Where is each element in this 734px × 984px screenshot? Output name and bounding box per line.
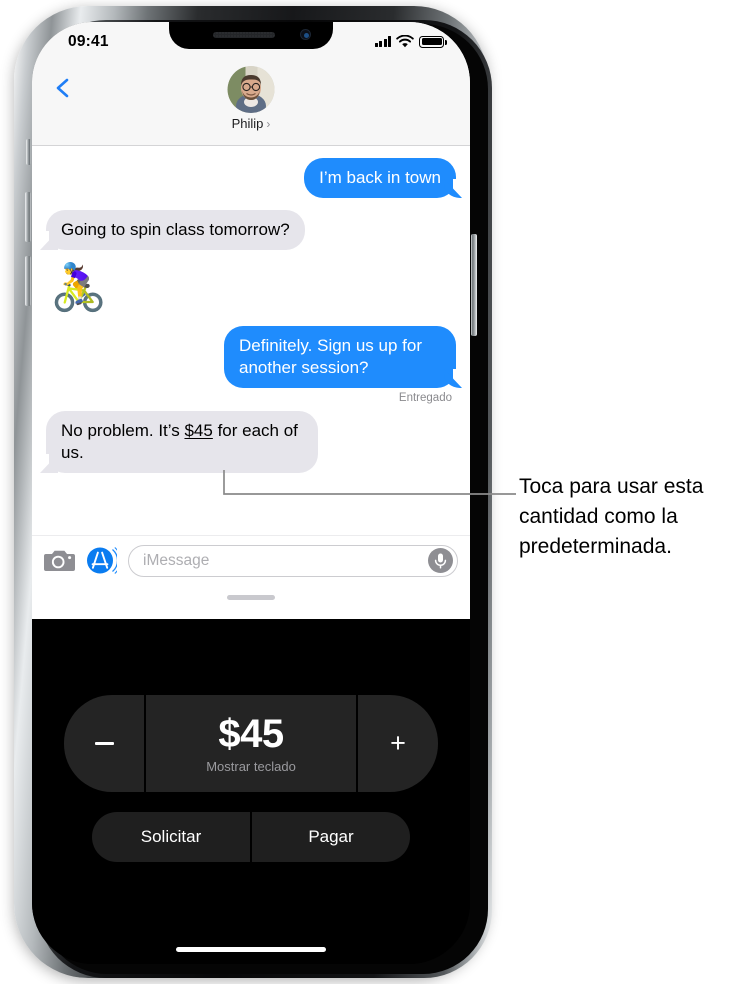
chevron-right-icon: › (266, 116, 271, 131)
screenshot-root: 09:41 Philip › I’m back in town Going to… (0, 0, 734, 984)
amount-display[interactable]: $45 Mostrar teclado (146, 695, 356, 792)
contact-name-row[interactable]: Philip › (228, 116, 275, 131)
notch (169, 22, 333, 49)
message-bubble-outgoing[interactable]: I’m back in town (304, 158, 463, 198)
messages-app: 09:41 Philip › I’m back in town Going to… (32, 22, 470, 585)
amount-value: $45 (218, 712, 284, 756)
message-row: No problem. It’s $45 for each of us. (39, 411, 456, 473)
avatar[interactable] (227, 66, 275, 113)
message-row-emoji: 🚴‍♀️ (46, 260, 456, 314)
earpiece-speaker-icon (213, 32, 275, 38)
volume-up-button[interactable] (25, 192, 31, 242)
side-power-button[interactable] (471, 234, 477, 336)
status-bar-time: 09:41 (68, 33, 109, 50)
phone-screen: 09:41 Philip › I’m back in town Going to… (32, 22, 470, 964)
contact-name: Philip (231, 116, 264, 131)
panel-grabber-area (32, 585, 470, 619)
message-row: Definitely. Sign us up for another sessi… (46, 326, 463, 388)
message-input-bar: iMessage (32, 535, 470, 585)
message-bubble-outgoing[interactable]: Definitely. Sign us up for another sessi… (224, 326, 463, 388)
imessage-placeholder: iMessage (143, 551, 210, 569)
pay-button[interactable]: Pagar (252, 812, 410, 862)
pay-action-buttons: Solicitar Pagar (92, 812, 410, 862)
increase-amount-button[interactable]: + (358, 695, 438, 792)
battery-full-icon (419, 35, 447, 48)
status-bar-indicators (374, 35, 447, 48)
microphone-icon[interactable] (428, 548, 453, 573)
cellular-signal-icon (374, 36, 391, 47)
app-store-icon[interactable] (86, 545, 117, 576)
minus-icon: − (94, 742, 114, 745)
imessage-input-field[interactable]: iMessage (128, 544, 458, 577)
message-row: I’m back in town (46, 158, 463, 198)
message-text-before: No problem. It’s (61, 421, 185, 440)
wifi-icon (396, 35, 414, 48)
back-chevron-icon[interactable] (52, 77, 74, 99)
contact-header[interactable]: Philip › (227, 66, 275, 131)
message-bubble-incoming-amount[interactable]: No problem. It’s $45 for each of us. (39, 411, 318, 473)
home-indicator[interactable] (176, 947, 326, 952)
camera-icon[interactable] (44, 548, 75, 573)
request-button[interactable]: Solicitar (92, 812, 250, 862)
apple-pay-panel: − $45 Mostrar teclado + Solicitar Pagar (32, 619, 470, 964)
message-bubble-incoming[interactable]: Going to spin class tomorrow? (39, 210, 305, 250)
cyclist-emoji[interactable]: 🚴‍♀️ (50, 261, 107, 313)
plus-icon: + (390, 728, 406, 758)
message-row: Going to spin class tomorrow? (39, 210, 456, 250)
volume-down-button[interactable] (25, 256, 31, 306)
delivery-status: Entregado (398, 392, 452, 404)
annotation-text: Toca para usar esta cantidad como la pre… (519, 475, 704, 558)
show-keyboard-label: Mostrar teclado (206, 759, 296, 774)
mute-switch[interactable] (26, 139, 31, 165)
detected-amount-link[interactable]: $45 (184, 421, 212, 440)
decrease-amount-button[interactable]: − (64, 695, 144, 792)
message-thread: I’m back in town Going to spin class tom… (32, 158, 470, 531)
drag-handle[interactable] (227, 595, 275, 600)
front-camera-icon (300, 29, 311, 40)
amount-stepper: − $45 Mostrar teclado + (64, 695, 438, 792)
